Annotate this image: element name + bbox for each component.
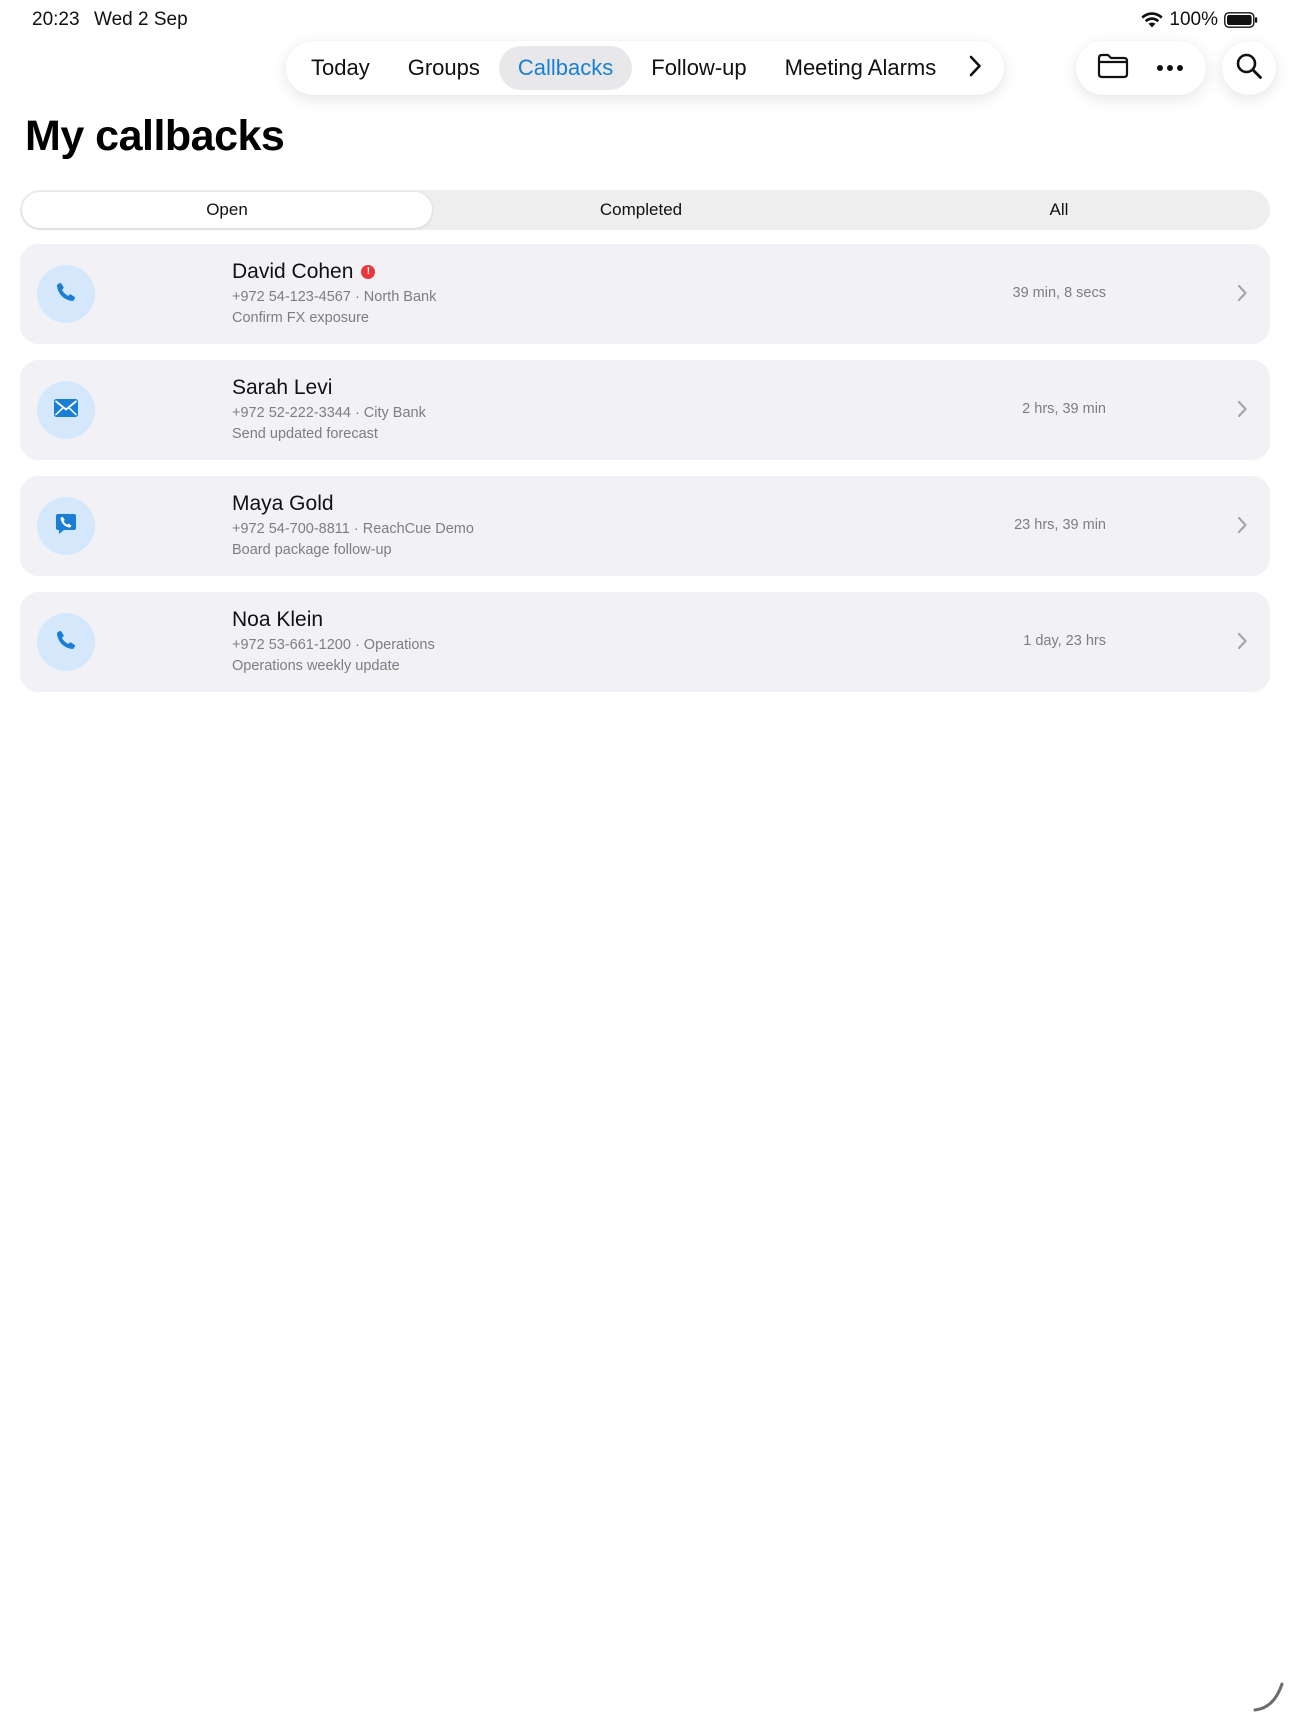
elapsed-time: 2 hrs, 39 min xyxy=(1022,401,1106,417)
tab-follow-up[interactable]: Follow-up xyxy=(632,46,765,90)
search-button[interactable] xyxy=(1222,41,1276,95)
more-tabs-button[interactable] xyxy=(955,46,995,90)
tab-groups[interactable]: Groups xyxy=(389,46,499,90)
battery-percentage: 100% xyxy=(1169,9,1218,30)
elapsed-time: 39 min, 8 secs xyxy=(1012,285,1107,301)
callback-name-line: Noa Klein xyxy=(232,608,323,632)
contact-detail: +972 53-661-1200 · Operations xyxy=(232,637,435,653)
tab-today[interactable]: Today xyxy=(292,46,389,90)
elapsed-time: 1 day, 23 hrs xyxy=(1023,633,1106,649)
more-icon xyxy=(1156,59,1184,77)
status-bar: 20:23 Wed 2 Sep 100% xyxy=(0,0,1290,40)
callback-row[interactable]: David Cohen ! +972 54-123-4567 · North B… xyxy=(20,244,1270,344)
callback-name-line: Maya Gold xyxy=(232,492,334,516)
segment-open[interactable]: Open xyxy=(22,192,432,228)
callback-type-badge xyxy=(37,381,95,439)
segment-completed[interactable]: Completed xyxy=(432,192,850,228)
callback-row[interactable]: Maya Gold +972 54-700-8811 · ReachCue De… xyxy=(20,476,1270,576)
contact-detail: +972 52-222-3344 · City Bank xyxy=(232,405,426,421)
folder-button[interactable] xyxy=(1086,41,1140,95)
chevron-right-icon xyxy=(1236,283,1248,308)
chevron-right-icon xyxy=(1236,631,1248,656)
phone-icon xyxy=(55,629,77,656)
callback-row[interactable]: Noa Klein +972 53-661-1200 · Operations … xyxy=(20,592,1270,692)
callback-note: Board package follow-up xyxy=(232,542,392,558)
status-time: 20:23 xyxy=(32,9,80,30)
contact-name: Sarah Levi xyxy=(232,376,333,399)
status-date: Wed 2 Sep xyxy=(94,9,188,30)
contact-detail: +972 54-700-8811 · ReachCue Demo xyxy=(232,521,474,537)
callback-type-badge xyxy=(37,265,95,323)
callback-note: Confirm FX exposure xyxy=(232,310,369,326)
resize-handle-icon xyxy=(1252,1680,1286,1719)
callback-filter: Open Completed All xyxy=(20,190,1270,230)
folder-icon xyxy=(1097,53,1129,84)
segment-all[interactable]: All xyxy=(850,192,1268,228)
phone-icon xyxy=(55,281,77,308)
tab-callbacks[interactable]: Callbacks xyxy=(498,46,633,90)
toolbar-actions xyxy=(1076,41,1206,95)
chevron-right-icon xyxy=(1236,399,1248,424)
more-options-button[interactable] xyxy=(1143,41,1197,95)
callback-note: Send updated forecast xyxy=(232,426,378,442)
contact-name: Maya Gold xyxy=(232,492,334,515)
callback-list: David Cohen ! +972 54-123-4567 · North B… xyxy=(20,244,1270,708)
callback-type-badge xyxy=(37,613,95,671)
contact-detail: +972 54-123-4567 · North Bank xyxy=(232,289,437,305)
contact-name: David Cohen xyxy=(232,260,354,283)
chevron-right-icon xyxy=(968,55,982,82)
tab-meeting-alarms[interactable]: Meeting Alarms xyxy=(766,46,956,90)
top-tab-bar: Today Groups Callbacks Follow-up Meeting… xyxy=(286,41,1004,95)
search-icon xyxy=(1235,52,1263,85)
callback-name-line: Sarah Levi xyxy=(232,376,332,400)
callback-name-line: David Cohen ! xyxy=(232,260,376,284)
callback-note: Operations weekly update xyxy=(232,658,400,674)
battery-icon xyxy=(1224,12,1258,28)
envelope-icon xyxy=(53,398,79,423)
chevron-right-icon xyxy=(1236,515,1248,540)
callback-row[interactable]: Sarah Levi +972 52-222-3344 · City Bank … xyxy=(20,360,1270,460)
alert-icon: ! xyxy=(361,265,376,279)
page-title: My callbacks xyxy=(25,112,285,160)
wifi-icon xyxy=(1141,12,1163,28)
elapsed-time: 23 hrs, 39 min xyxy=(1014,517,1106,533)
message-phone-icon xyxy=(54,512,78,541)
contact-name: Noa Klein xyxy=(232,608,324,631)
status-indicators: 100% xyxy=(1141,9,1258,31)
callback-type-badge xyxy=(37,497,95,555)
